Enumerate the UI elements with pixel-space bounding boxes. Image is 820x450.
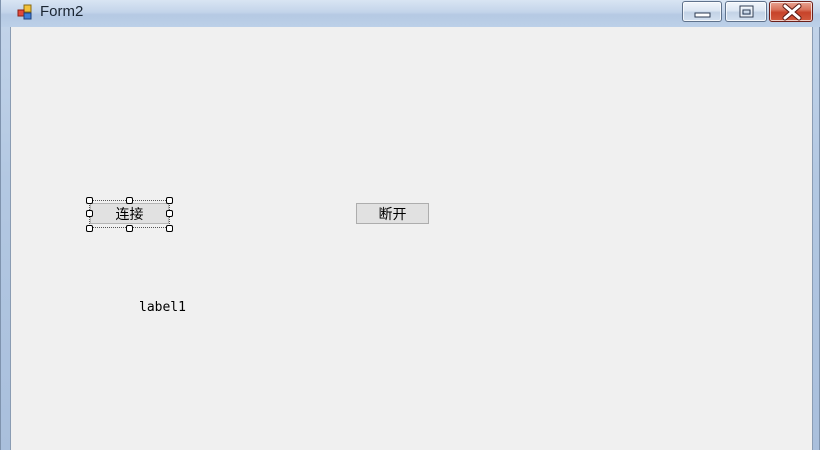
close-button[interactable] xyxy=(769,1,813,22)
resize-handle-top-left[interactable] xyxy=(86,197,93,204)
resize-handle-top-right[interactable] xyxy=(166,197,173,204)
label1[interactable]: label1 xyxy=(139,300,186,315)
minimize-button[interactable] xyxy=(682,1,722,22)
maximize-button[interactable] xyxy=(725,1,767,22)
resize-handle-bottom-left[interactable] xyxy=(86,225,93,232)
form-app-icon xyxy=(16,4,32,20)
resize-handle-top[interactable] xyxy=(126,197,133,204)
disconnect-button[interactable]: 断开 xyxy=(356,203,429,224)
window-title: Form2 xyxy=(40,3,84,20)
title-bar[interactable]: Form2 xyxy=(1,0,820,27)
resize-handle-bottom[interactable] xyxy=(126,225,133,232)
resize-handle-left[interactable] xyxy=(86,210,93,217)
maximize-icon xyxy=(739,5,754,18)
form2-window: Form2 连接 断开 label1 xyxy=(0,0,820,450)
resize-handle-bottom-right[interactable] xyxy=(166,225,173,232)
minimize-icon xyxy=(694,12,711,18)
close-icon xyxy=(782,3,802,21)
form-client-area[interactable] xyxy=(10,27,813,450)
connect-button[interactable]: 连接 xyxy=(90,203,169,224)
resize-handle-right[interactable] xyxy=(166,210,173,217)
